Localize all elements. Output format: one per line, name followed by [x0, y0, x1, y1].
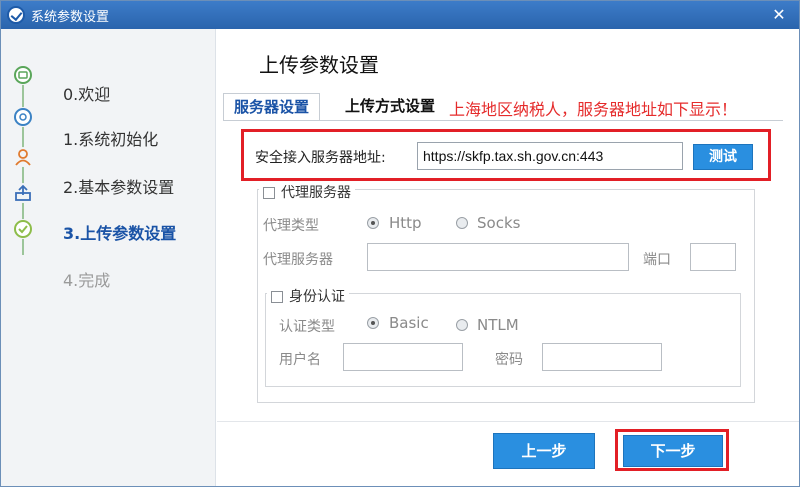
step-0-label[interactable]: 0.欢迎: [63, 81, 110, 105]
auth-checkbox[interactable]: [271, 291, 283, 303]
proxy-server-label: 代理服务器: [263, 252, 333, 268]
proxy-checkbox[interactable]: [263, 187, 275, 199]
username-input[interactable]: [343, 343, 463, 371]
auth-type-label: 认证类型: [279, 319, 335, 335]
proxy-checkbox-label: 代理服务器: [281, 185, 351, 201]
tab-divider: [223, 120, 783, 121]
step-3-label[interactable]: 3.上传参数设置: [63, 220, 176, 244]
test-button[interactable]: 测试: [693, 144, 753, 170]
auth-type-basic-radio[interactable]: [367, 317, 379, 329]
server-address-label: 安全接入服务器地址:: [255, 150, 386, 166]
password-input[interactable]: [542, 343, 662, 371]
prev-step-button[interactable]: 上一步: [493, 433, 595, 469]
tab-server-settings[interactable]: 服务器设置: [223, 93, 321, 121]
password-label: 密码: [495, 352, 523, 368]
auth-type-basic-label: Basic: [389, 314, 429, 332]
user-icon: [13, 147, 33, 167]
username-label: 用户名: [279, 352, 321, 368]
proxy-type-http-label: Http: [389, 214, 422, 232]
step-4-label[interactable]: 4.完成: [63, 267, 110, 291]
next-step-button[interactable]: 下一步: [623, 435, 723, 467]
proxy-server-input[interactable]: [367, 243, 629, 271]
proxy-type-socks-label: Socks: [477, 214, 521, 232]
step-1-label[interactable]: 1.系统初始化: [63, 126, 158, 150]
window-title: 系统参数设置: [31, 10, 110, 25]
proxy-port-label: 端口: [643, 252, 671, 268]
page-title: 上传参数设置: [259, 53, 379, 77]
step-panel: 0.欢迎 1.系统初始化 2.基本参数设置 3.上传参数设置 4.完成: [1, 29, 216, 486]
settings-icon: [13, 107, 33, 127]
auth-checkbox-row[interactable]: 身份认证: [267, 286, 349, 306]
auth-type-ntlm-radio[interactable]: [456, 319, 468, 331]
settings-window: 系统参数设置 ✕ 0.欢迎 1.系统初始化 2.基本参数设置 3.上传参数设置 …: [0, 0, 800, 487]
shanghai-notice: 上海地区纳税人，服务器地址如下显示！: [449, 100, 738, 119]
proxy-port-input[interactable]: [690, 243, 736, 271]
tab-bar: 服务器设置 上传方式设置 上海地区纳税人，服务器地址如下显示！: [223, 93, 783, 121]
proxy-checkbox-row[interactable]: 代理服务器: [259, 182, 355, 202]
tab-upload-mode[interactable]: 上传方式设置: [335, 93, 445, 121]
close-button[interactable]: ✕: [769, 5, 789, 25]
check-icon: [13, 219, 33, 239]
server-address-input[interactable]: [417, 142, 683, 170]
proxy-type-http-radio[interactable]: [367, 217, 379, 229]
footer-divider: [217, 421, 799, 422]
upload-icon: [13, 183, 33, 203]
check-circle-icon: [7, 6, 25, 24]
auth-group: [265, 293, 741, 387]
step-2-label[interactable]: 2.基本参数设置: [63, 174, 174, 198]
proxy-type-socks-radio[interactable]: [456, 217, 468, 229]
proxy-type-label: 代理类型: [263, 218, 319, 234]
welcome-icon: [13, 65, 33, 85]
title-bar: 系统参数设置 ✕: [1, 1, 799, 29]
auth-checkbox-label: 身份认证: [289, 289, 345, 305]
auth-type-ntlm-label: NTLM: [477, 316, 519, 334]
